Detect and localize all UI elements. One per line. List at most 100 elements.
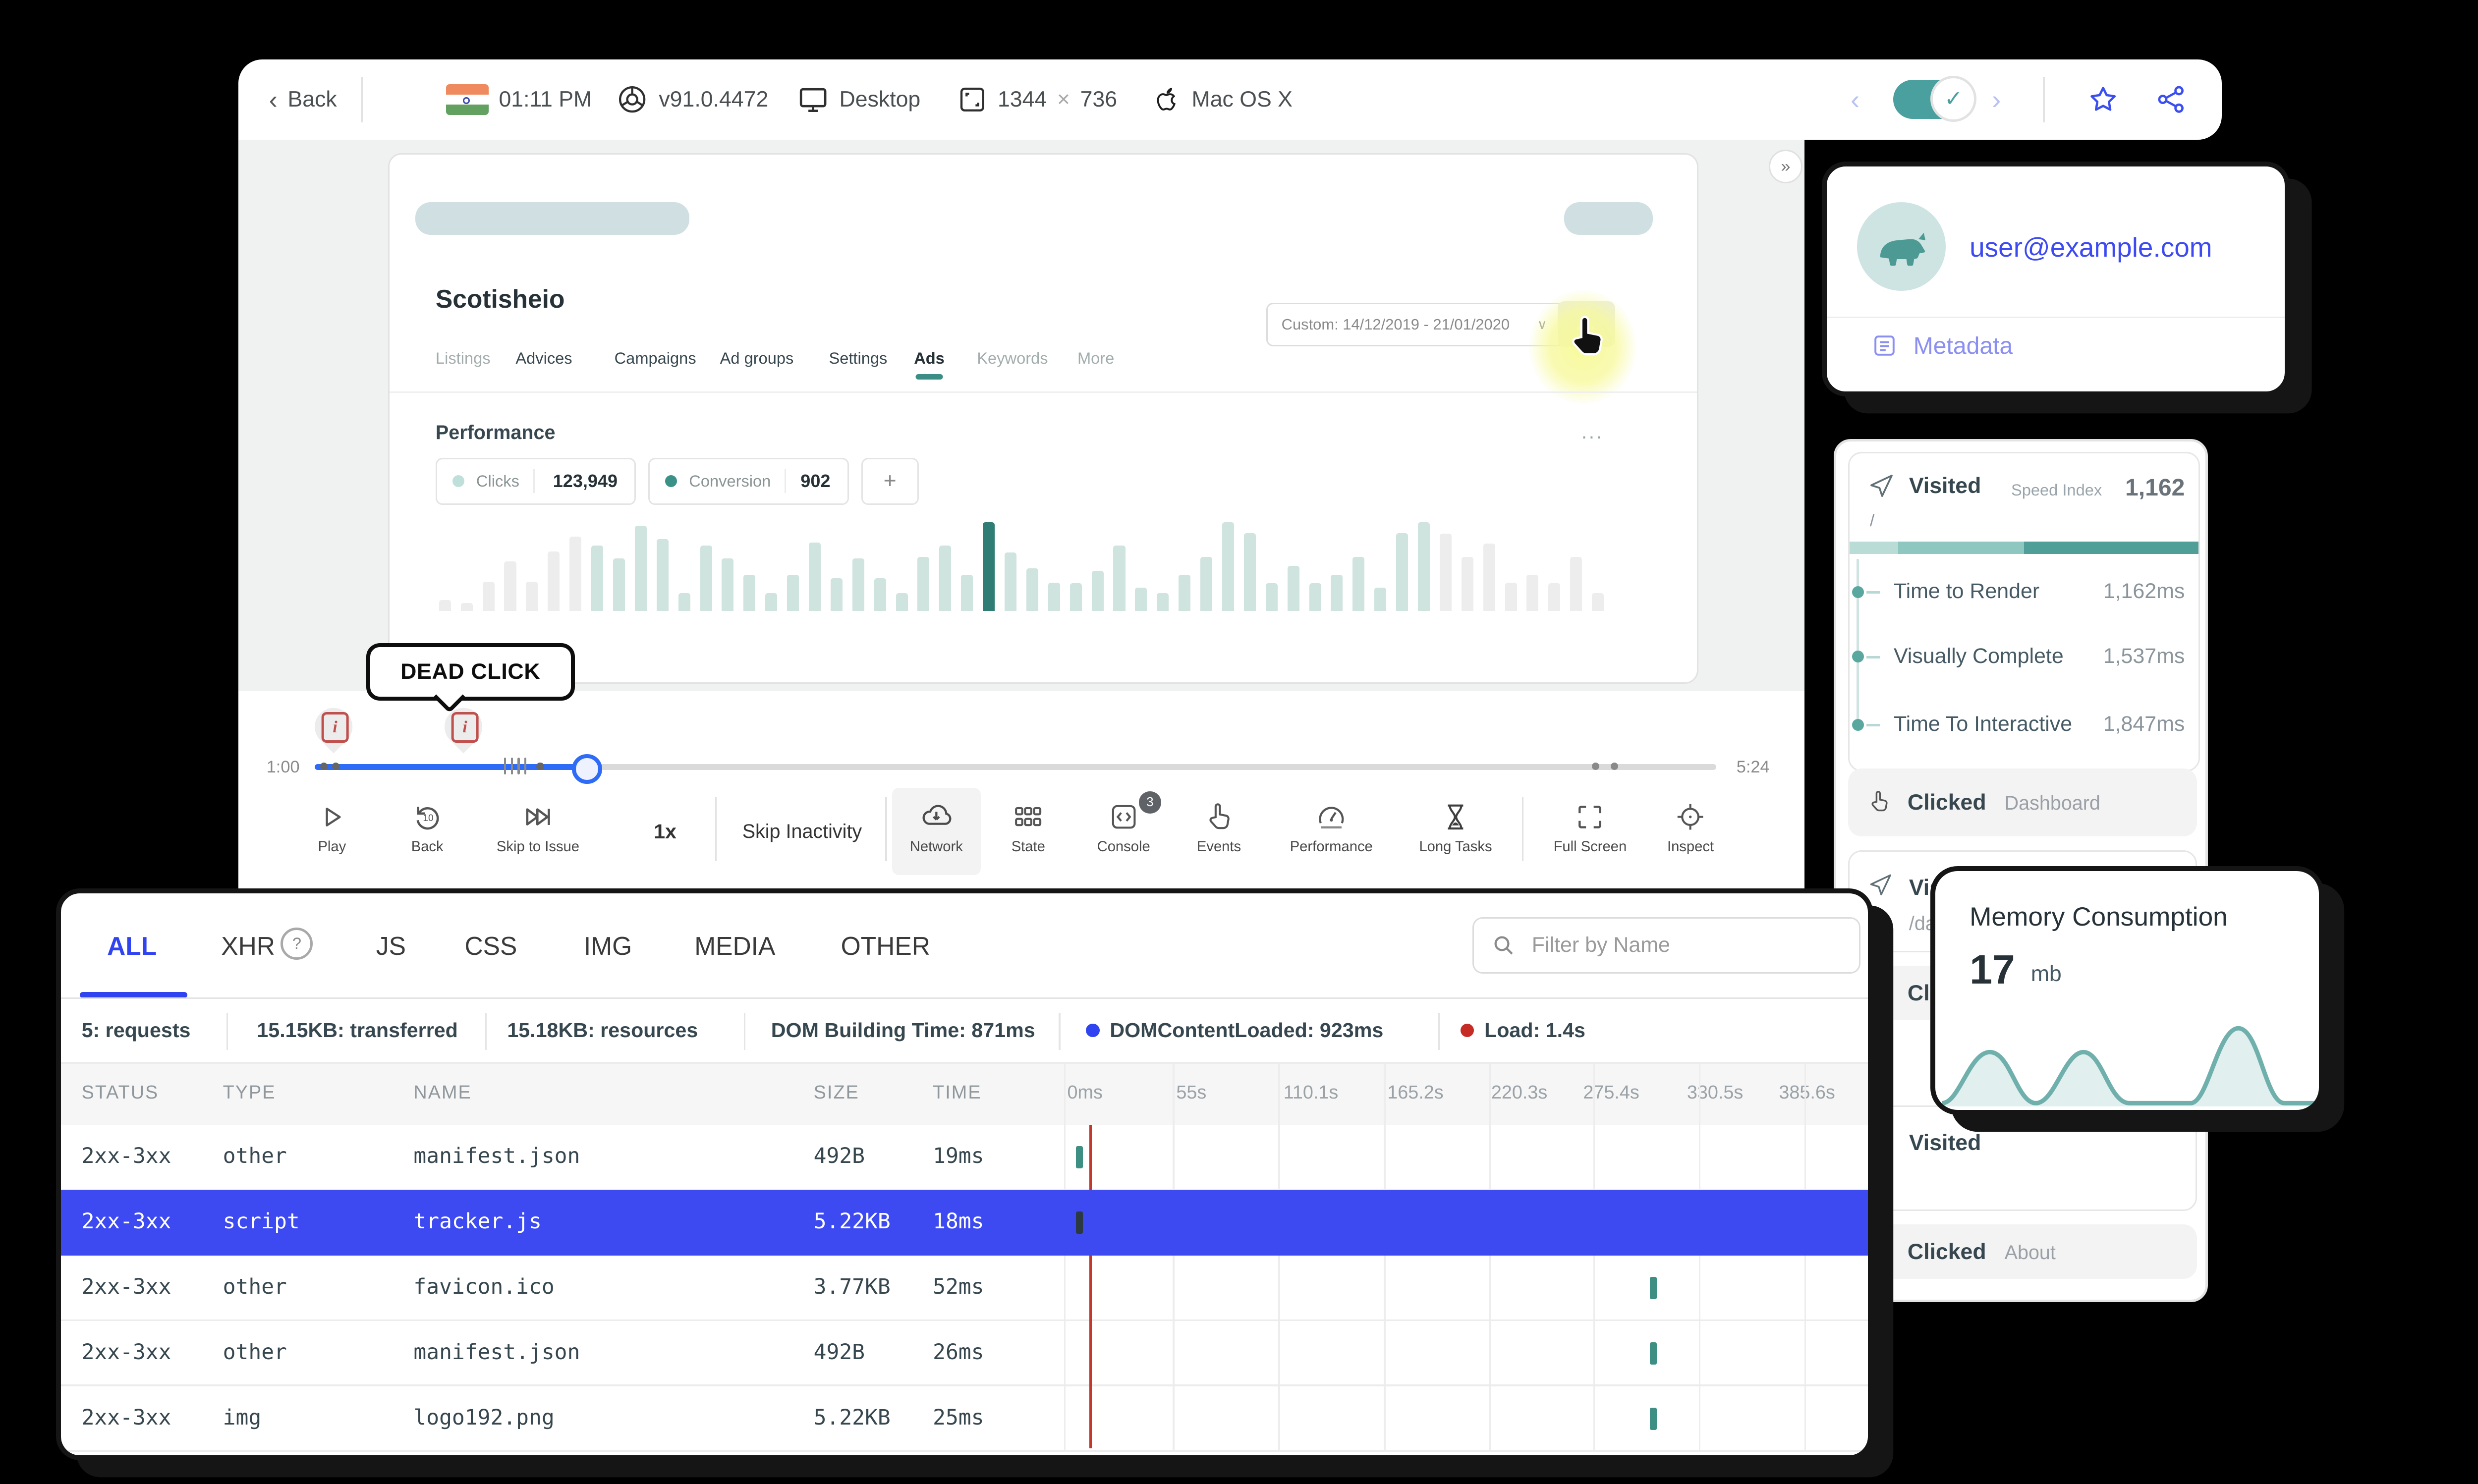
network-icon — [885, 800, 987, 834]
panel-label: Inspect — [1667, 839, 1714, 855]
network-panel: ALL XHR? JS CSS IMG MEDIA OTHER 5: requests 15.… — [56, 888, 1873, 1461]
date-range-select[interactable]: Custom: 14/12/2019 - 21/01/2020 — [1266, 302, 1525, 347]
device-info: Desktop — [797, 59, 920, 139]
metadata-icon — [1871, 332, 1898, 359]
skip-to-issue-button[interactable]: Skip to Issue — [487, 800, 589, 855]
column-header-time[interactable]: TIME — [933, 1082, 981, 1103]
table-row-tracker.js[interactable]: 2xx-3xx script tracker.js 5.22KB 18ms — [61, 1190, 1868, 1256]
filter-input[interactable] — [1528, 931, 1825, 959]
chart-bar-21 — [743, 574, 756, 611]
panel-button-inspect[interactable]: Inspect — [1639, 800, 1742, 855]
apple-icon — [1151, 84, 1182, 115]
add-metric-button[interactable]: + — [861, 457, 919, 505]
cell-type: other — [223, 1144, 287, 1169]
metric-chip-conversion[interactable]: Conversion 902 — [648, 457, 849, 505]
site-tab-ad-groups[interactable]: Ad groups — [720, 349, 794, 368]
full-screen-icon — [1539, 800, 1641, 834]
skip-inactivity-button[interactable]: Skip Inactivity — [742, 788, 862, 875]
prev-session-button[interactable]: ‹ — [1851, 59, 1859, 139]
panel-button-events[interactable]: Events — [1168, 800, 1270, 855]
cell-time: 18ms — [933, 1209, 984, 1234]
help-icon[interactable]: ? — [281, 927, 313, 960]
back-button[interactable]: ‹ Back — [269, 59, 337, 139]
back-button[interactable]: 10 Back — [376, 800, 478, 855]
panel-button-state[interactable]: State — [977, 800, 1079, 855]
panel-button-performance[interactable]: Performance — [1280, 800, 1382, 855]
panel-button-console[interactable]: 3 Console — [1072, 791, 1175, 855]
favorite-button[interactable] — [2087, 59, 2119, 139]
cell-status: 2xx-3xx — [81, 1209, 171, 1234]
svg-text:10: 10 — [423, 813, 433, 824]
panel-button-full-screen[interactable]: Full Screen — [1539, 800, 1641, 855]
event-dot[interactable] — [536, 762, 544, 770]
speed-button[interactable]: 1x — [654, 788, 676, 875]
table-row-logo192.png[interactable]: 2xx-3xx img logo192.png 5.22KB 25ms — [61, 1386, 1868, 1452]
issue-marker[interactable]: i — [307, 700, 360, 754]
visited-event-card[interactable]: Visited Speed Index 1,162 / Time to Rend… — [1848, 451, 2200, 771]
chart-bar-5 — [1070, 583, 1082, 611]
toggle-check-icon: ✓ — [1930, 75, 1977, 122]
chart-bar-14 — [1265, 583, 1278, 611]
filter-box[interactable] — [1472, 917, 1861, 974]
stat-text: 15.18KB: resources — [507, 1019, 698, 1042]
site-tab-more[interactable]: More — [1077, 349, 1114, 368]
visited-event-card[interactable]: Visited — [1848, 1105, 2197, 1211]
site-tab-campaigns[interactable]: Campaigns — [615, 349, 696, 368]
network-tab-all[interactable]: ALL — [107, 931, 157, 961]
table-row-manifest.json[interactable]: 2xx-3xx other manifest.json 492B 19ms — [61, 1125, 1868, 1191]
waterfall-column-385.6s: 385.6s — [1779, 1082, 1835, 1103]
clicked-event-card[interactable]: Clicked About — [1848, 1224, 2197, 1279]
clicked-event-card[interactable]: Clicked Dashboard — [1848, 768, 2197, 837]
collapse-panel-button[interactable]: » — [1769, 150, 1802, 184]
metric-chip-clicks[interactable]: Clicks 123,949 — [435, 457, 636, 505]
share-button[interactable] — [2155, 59, 2188, 139]
os-info: Mac OS X — [1151, 59, 1293, 139]
speed-index-value: 1,162 — [2125, 474, 2185, 501]
site-tab-ads[interactable]: Ads — [914, 349, 945, 380]
network-tab-other[interactable]: OTHER — [841, 931, 930, 961]
site-tab-settings[interactable]: Settings — [829, 349, 887, 368]
os-label: Mac OS X — [1191, 87, 1293, 111]
section-menu-icon[interactable]: ... — [1581, 420, 1604, 443]
top-toolbar: ‹ Back 01:11 PM v91.0.4472 Desktop 1344 … — [238, 59, 2222, 140]
network-tab-css[interactable]: CSS — [464, 931, 517, 961]
chart-bar-18 — [678, 593, 690, 611]
column-header-name[interactable]: NAME — [413, 1082, 471, 1103]
event-label: Clicked — [1907, 1240, 1986, 1264]
network-tab-js[interactable]: JS — [376, 931, 406, 961]
waterfall-column-55s: 55s — [1176, 1082, 1207, 1103]
playhead-handle[interactable] — [572, 754, 602, 784]
user-email[interactable]: user@example.com — [1970, 231, 2212, 263]
chart-bar-22 — [1439, 534, 1452, 611]
chart-bar-23 — [1461, 556, 1473, 611]
panel-button-network[interactable]: Network — [885, 800, 987, 855]
stat-divider — [485, 1012, 487, 1050]
event-label: Visited — [1909, 1131, 1981, 1155]
metadata-button[interactable]: Metadata — [1871, 332, 2013, 360]
chart-bar-15 — [1287, 565, 1299, 611]
network-tab-img[interactable]: IMG — [584, 931, 632, 961]
panel-button-long-tasks[interactable]: Long Tasks — [1405, 800, 1507, 855]
network-tab-media[interactable]: MEDIA — [694, 931, 775, 961]
table-row-favicon.ico[interactable]: 2xx-3xx other favicon.ico 3.77KB 52ms — [61, 1256, 1868, 1321]
cell-name: tracker.js — [413, 1209, 542, 1234]
chart-bar-26 — [1526, 574, 1539, 611]
issue-info-icon: i — [322, 712, 349, 743]
metric-dot — [1852, 586, 1864, 598]
site-tab-listings[interactable]: Listings — [436, 349, 491, 368]
autoplay-toggle[interactable]: ✓ — [1893, 75, 1977, 122]
column-header-type[interactable]: TYPE — [223, 1082, 276, 1103]
play-button[interactable]: Play — [281, 800, 383, 855]
column-header-size[interactable]: SIZE — [814, 1082, 859, 1103]
stat-text: 5: requests — [81, 1019, 191, 1042]
next-session-button[interactable]: › — [1992, 59, 2001, 139]
chart-bar-6 — [1091, 571, 1104, 611]
chip-value: 123,949 — [553, 471, 618, 492]
table-row-manifest.json[interactable]: 2xx-3xx other manifest.json 492B 26ms — [61, 1321, 1868, 1386]
control-label: Play — [318, 839, 346, 855]
site-tab-keywords[interactable]: Keywords — [977, 349, 1048, 368]
network-tab-xhr[interactable]: XHR — [221, 931, 275, 961]
column-header-status[interactable]: STATUS — [82, 1082, 159, 1103]
site-tab-advices[interactable]: Advices — [515, 349, 572, 368]
panel-label: State — [1011, 839, 1045, 855]
